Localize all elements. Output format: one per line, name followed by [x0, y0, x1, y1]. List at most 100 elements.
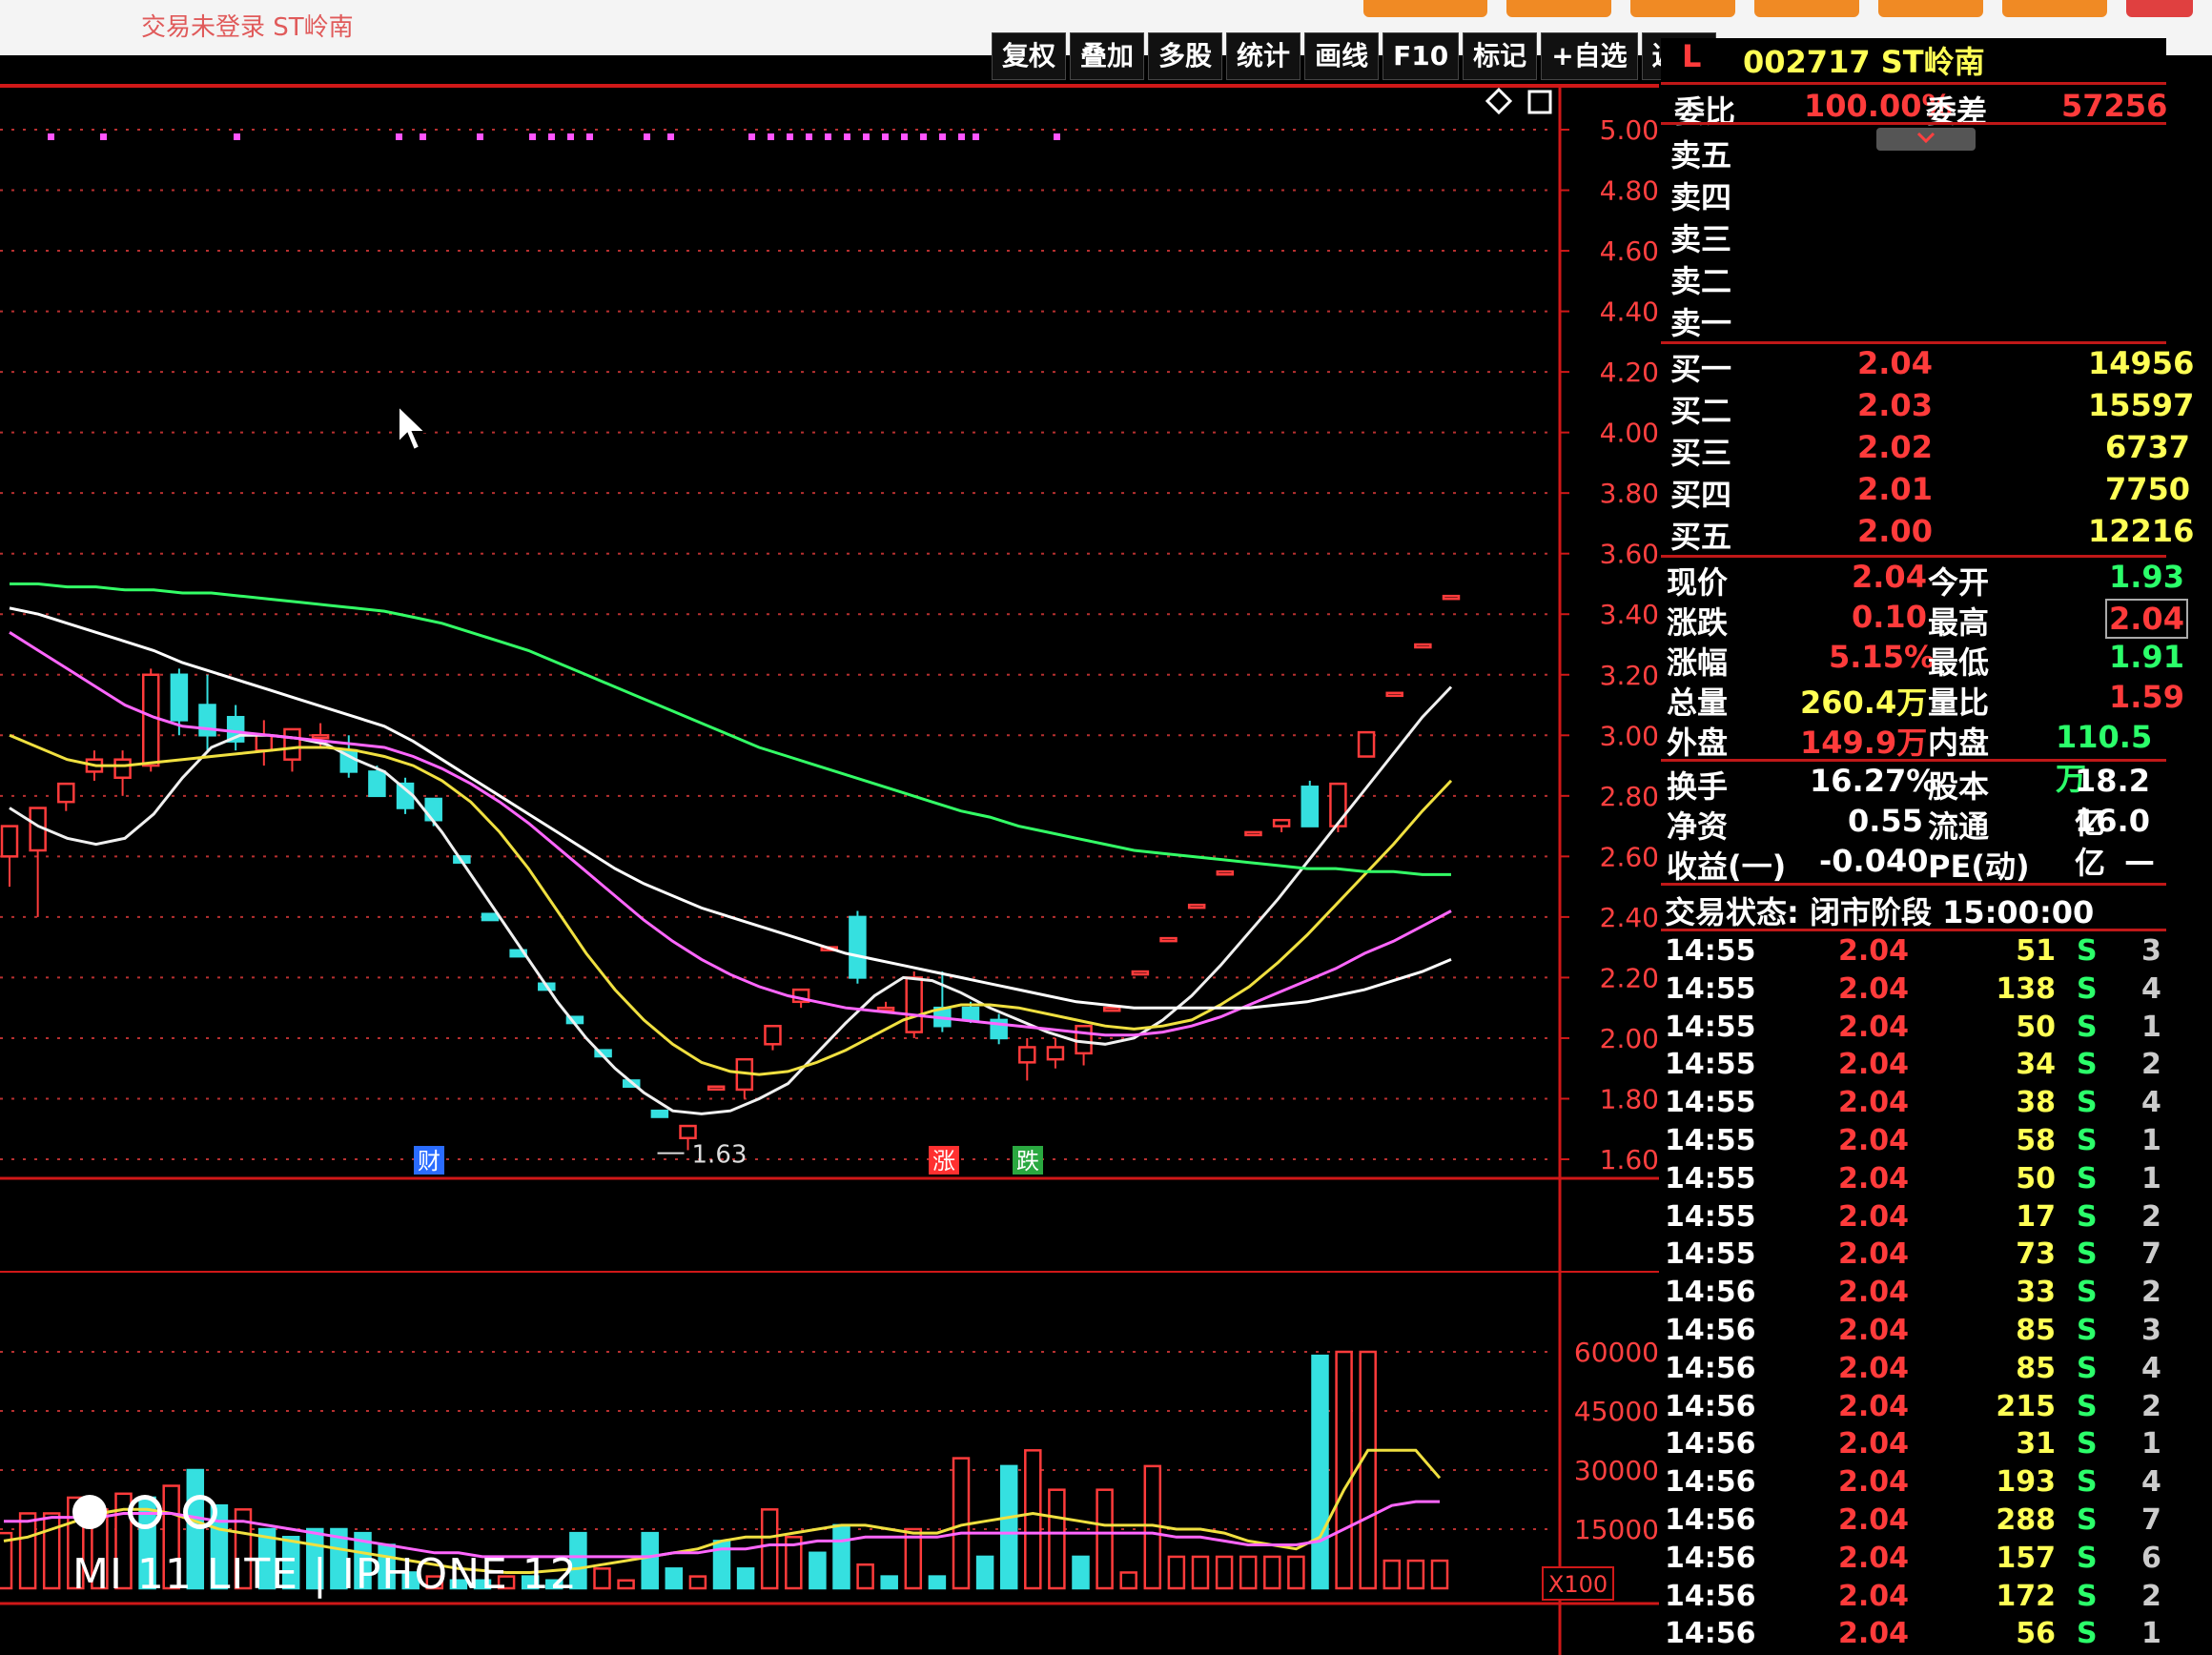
- volume-bar: [1024, 1449, 1042, 1590]
- quote-row: 涨跌 0.10 最高 2.04: [1661, 599, 2188, 641]
- quote-label: 现价: [1667, 564, 1729, 601]
- fuquan-button[interactable]: 复权: [992, 32, 1067, 80]
- price-tick-label: 4.80: [1600, 175, 1659, 207]
- sell-row: 卖一: [1661, 299, 2166, 341]
- signal-marker: [548, 133, 555, 140]
- close-icon[interactable]: [2126, 0, 2193, 17]
- volume-bar: [1167, 1555, 1186, 1590]
- tick-side: S: [2077, 1389, 2098, 1423]
- volume-bar: [736, 1567, 755, 1590]
- buy-label: 买三: [1670, 435, 1732, 471]
- candle-body: [0, 825, 19, 858]
- candle-body: [141, 673, 160, 767]
- tick-row: 14:55 2.04 50 S 1: [1661, 1011, 2166, 1049]
- tick-row: 14:56 2.04 33 S 2: [1661, 1276, 2166, 1314]
- moving-average-line: [10, 582, 1451, 876]
- buy-volume: 15597: [2088, 387, 2195, 423]
- candle-body: [764, 1024, 782, 1046]
- volume-bar: [880, 1575, 898, 1590]
- add-watchlist-button[interactable]: +自选: [1541, 32, 1638, 80]
- candle-body: [1385, 691, 1403, 698]
- menu-tab[interactable]: [2002, 0, 2107, 17]
- tick-side: S: [2077, 1503, 2098, 1537]
- tick-count: 6: [2141, 1541, 2161, 1575]
- divider: [1661, 883, 2166, 886]
- candle-body: [1442, 594, 1461, 601]
- multi-stock-button[interactable]: 多股: [1148, 32, 1223, 80]
- quote-label: 涨跌: [1667, 604, 1729, 641]
- volume-bar: [1311, 1354, 1329, 1590]
- signal-marker: [806, 133, 812, 140]
- volume-bar: [42, 1512, 61, 1590]
- menu-tab[interactable]: [1878, 0, 1983, 17]
- buy-price: 2.03: [1857, 387, 1933, 423]
- tick-side: S: [2077, 1276, 2098, 1310]
- quote-label: 内盘: [1928, 725, 1990, 761]
- tick-side: S: [2077, 1161, 2098, 1195]
- tick-count: 1: [2141, 1427, 2161, 1461]
- quote-value: 1.93: [2109, 559, 2184, 595]
- buy-volume: 14956: [2088, 345, 2195, 381]
- quote-value: 1.59: [2109, 679, 2184, 715]
- moving-average-line: [9, 631, 1452, 1037]
- login-status: 交易未登录: [141, 13, 266, 42]
- draw-line-button[interactable]: 画线: [1304, 32, 1380, 80]
- tick-time: 14:55: [1665, 1199, 1756, 1234]
- tick-time: 14:55: [1665, 1161, 1756, 1195]
- price-tick-label: 3.80: [1600, 478, 1659, 509]
- quote-value: 1.91: [2109, 639, 2184, 675]
- page-indicator-dot: [128, 1495, 162, 1529]
- buy-label: 买一: [1670, 351, 1732, 387]
- tick-side: S: [2077, 1465, 2098, 1500]
- volume-bar: [18, 1512, 37, 1590]
- buy-price: 2.00: [1857, 513, 1933, 549]
- sell-row: 卖四: [1661, 174, 2166, 215]
- tick-volume: 56: [2016, 1617, 2056, 1651]
- kline-chart[interactable]: 5.00 4.80 4.60 4.40 4.20 4.00 3.80 3.60 3.40 3.20…: [0, 82, 1659, 1655]
- tick-count: 2: [2141, 1389, 2161, 1423]
- price-tick-label: 3.40: [1600, 599, 1659, 630]
- weibi-label: 委比: [1674, 93, 1736, 130]
- tick-volume: 215: [1996, 1389, 2056, 1423]
- divider: [1661, 929, 2166, 931]
- signal-marker: [396, 133, 402, 140]
- f10-button[interactable]: F10: [1382, 32, 1460, 80]
- tick-time: 14:56: [1665, 1351, 1756, 1385]
- signal-marker: [825, 133, 831, 140]
- statistics-button[interactable]: 统计: [1226, 32, 1301, 80]
- tick-volume: 58: [2016, 1124, 2056, 1157]
- fund-value: 0.55: [1848, 803, 1923, 839]
- volume-bar: [1430, 1559, 1449, 1590]
- menu-tab[interactable]: [1630, 0, 1735, 17]
- candle-body: [1414, 643, 1432, 649]
- stock-code-name: 002717 ST岭南: [1743, 44, 1985, 80]
- tick-row: 14:55 2.04 51 S 3: [1661, 934, 2166, 972]
- signal-marker: [748, 133, 755, 140]
- divider: [1661, 341, 2166, 344]
- tick-volume: 33: [2016, 1276, 2056, 1310]
- menu-tab[interactable]: [1506, 0, 1611, 17]
- sell-label: 卖二: [1670, 263, 1732, 299]
- mark-button[interactable]: 标记: [1463, 32, 1538, 80]
- tick-price: 2.04: [1838, 1010, 1910, 1044]
- buy-price: 2.02: [1857, 429, 1933, 465]
- menu-tab[interactable]: [1754, 0, 1859, 17]
- tick-time: 14:55: [1665, 1237, 1756, 1272]
- menu-tab[interactable]: [1363, 0, 1487, 17]
- candle-body: [1244, 830, 1262, 837]
- tick-side: S: [2077, 1579, 2098, 1613]
- mouse-cursor-icon: [397, 403, 429, 458]
- tick-price: 2.04: [1838, 1503, 1910, 1537]
- tick-row: 14:56 2.04 157 S 6: [1661, 1542, 2166, 1580]
- tick-count: 4: [2141, 1465, 2161, 1500]
- volume-bar: [617, 1579, 635, 1590]
- divider: [1661, 82, 2166, 85]
- event-label: 跌: [1016, 1148, 1039, 1175]
- trade-status-row: 交易状态: 闭市阶段 15:00:00: [1661, 889, 2166, 930]
- price-tick-label: 2.80: [1600, 781, 1659, 812]
- overlay-button[interactable]: 叠加: [1070, 32, 1145, 80]
- candle-body: [905, 976, 923, 1033]
- buy-row: 买五 2.00 12216: [1661, 513, 2194, 555]
- fund-value: 16.27%: [1810, 763, 1937, 799]
- tick-time: 14:56: [1665, 1276, 1756, 1310]
